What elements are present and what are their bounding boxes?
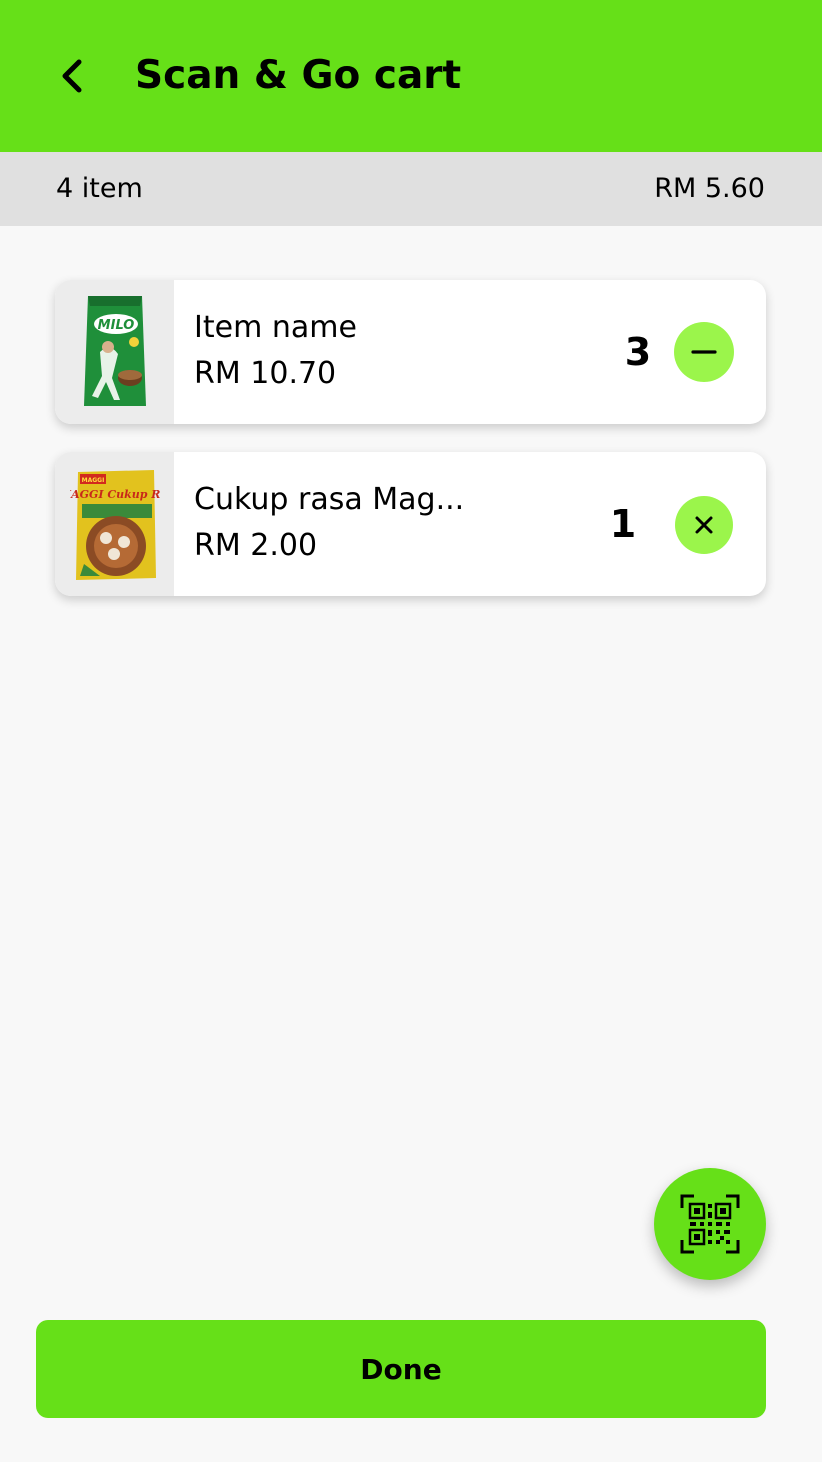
decrease-quantity-button[interactable] xyxy=(674,322,734,382)
item-name: Item name xyxy=(194,310,357,345)
cart-summary-bar: 4 item RM 5.60 xyxy=(0,152,822,226)
done-button[interactable]: Done xyxy=(36,1320,766,1418)
milo-logo-text: MILO xyxy=(97,318,134,333)
remove-item-button[interactable] xyxy=(675,496,733,554)
maggi-logo-text: MAGGI Cukup Rasa xyxy=(70,488,160,501)
qr-scan-icon xyxy=(680,1194,740,1254)
item-quantity: 1 xyxy=(609,502,637,546)
product-image: MILO xyxy=(55,280,174,424)
back-button[interactable] xyxy=(48,52,96,100)
item-price: RM 2.00 xyxy=(194,528,318,563)
done-button-label: Done xyxy=(360,1352,442,1386)
product-image: MAGGI MAGGI Cukup Rasa xyxy=(55,452,174,596)
item-price: RM 10.70 xyxy=(194,356,337,391)
maggi-pack-image: MAGGI MAGGI Cukup Rasa xyxy=(70,470,160,580)
minus-icon xyxy=(691,350,717,354)
item-name: Cukup rasa Mag... xyxy=(194,482,465,517)
page-title: Scan & Go cart xyxy=(135,53,462,98)
cart-item-card[interactable]: MAGGI MAGGI Cukup Rasa Cukup rasa Mag...… xyxy=(55,452,766,596)
milo-pack-image: MILO xyxy=(83,296,146,406)
item-count: 4 item xyxy=(56,173,143,204)
chevron-left-icon xyxy=(62,59,82,93)
cart-item-card[interactable]: MILO Item name RM 10.70 3 xyxy=(55,280,766,424)
cart-total: RM 5.60 xyxy=(654,173,765,204)
item-quantity: 3 xyxy=(624,330,652,374)
svg-text:MAGGI: MAGGI xyxy=(81,477,104,484)
close-icon xyxy=(695,516,713,534)
app-bar: Scan & Go cart xyxy=(0,0,822,152)
scan-qr-button[interactable] xyxy=(654,1168,766,1280)
